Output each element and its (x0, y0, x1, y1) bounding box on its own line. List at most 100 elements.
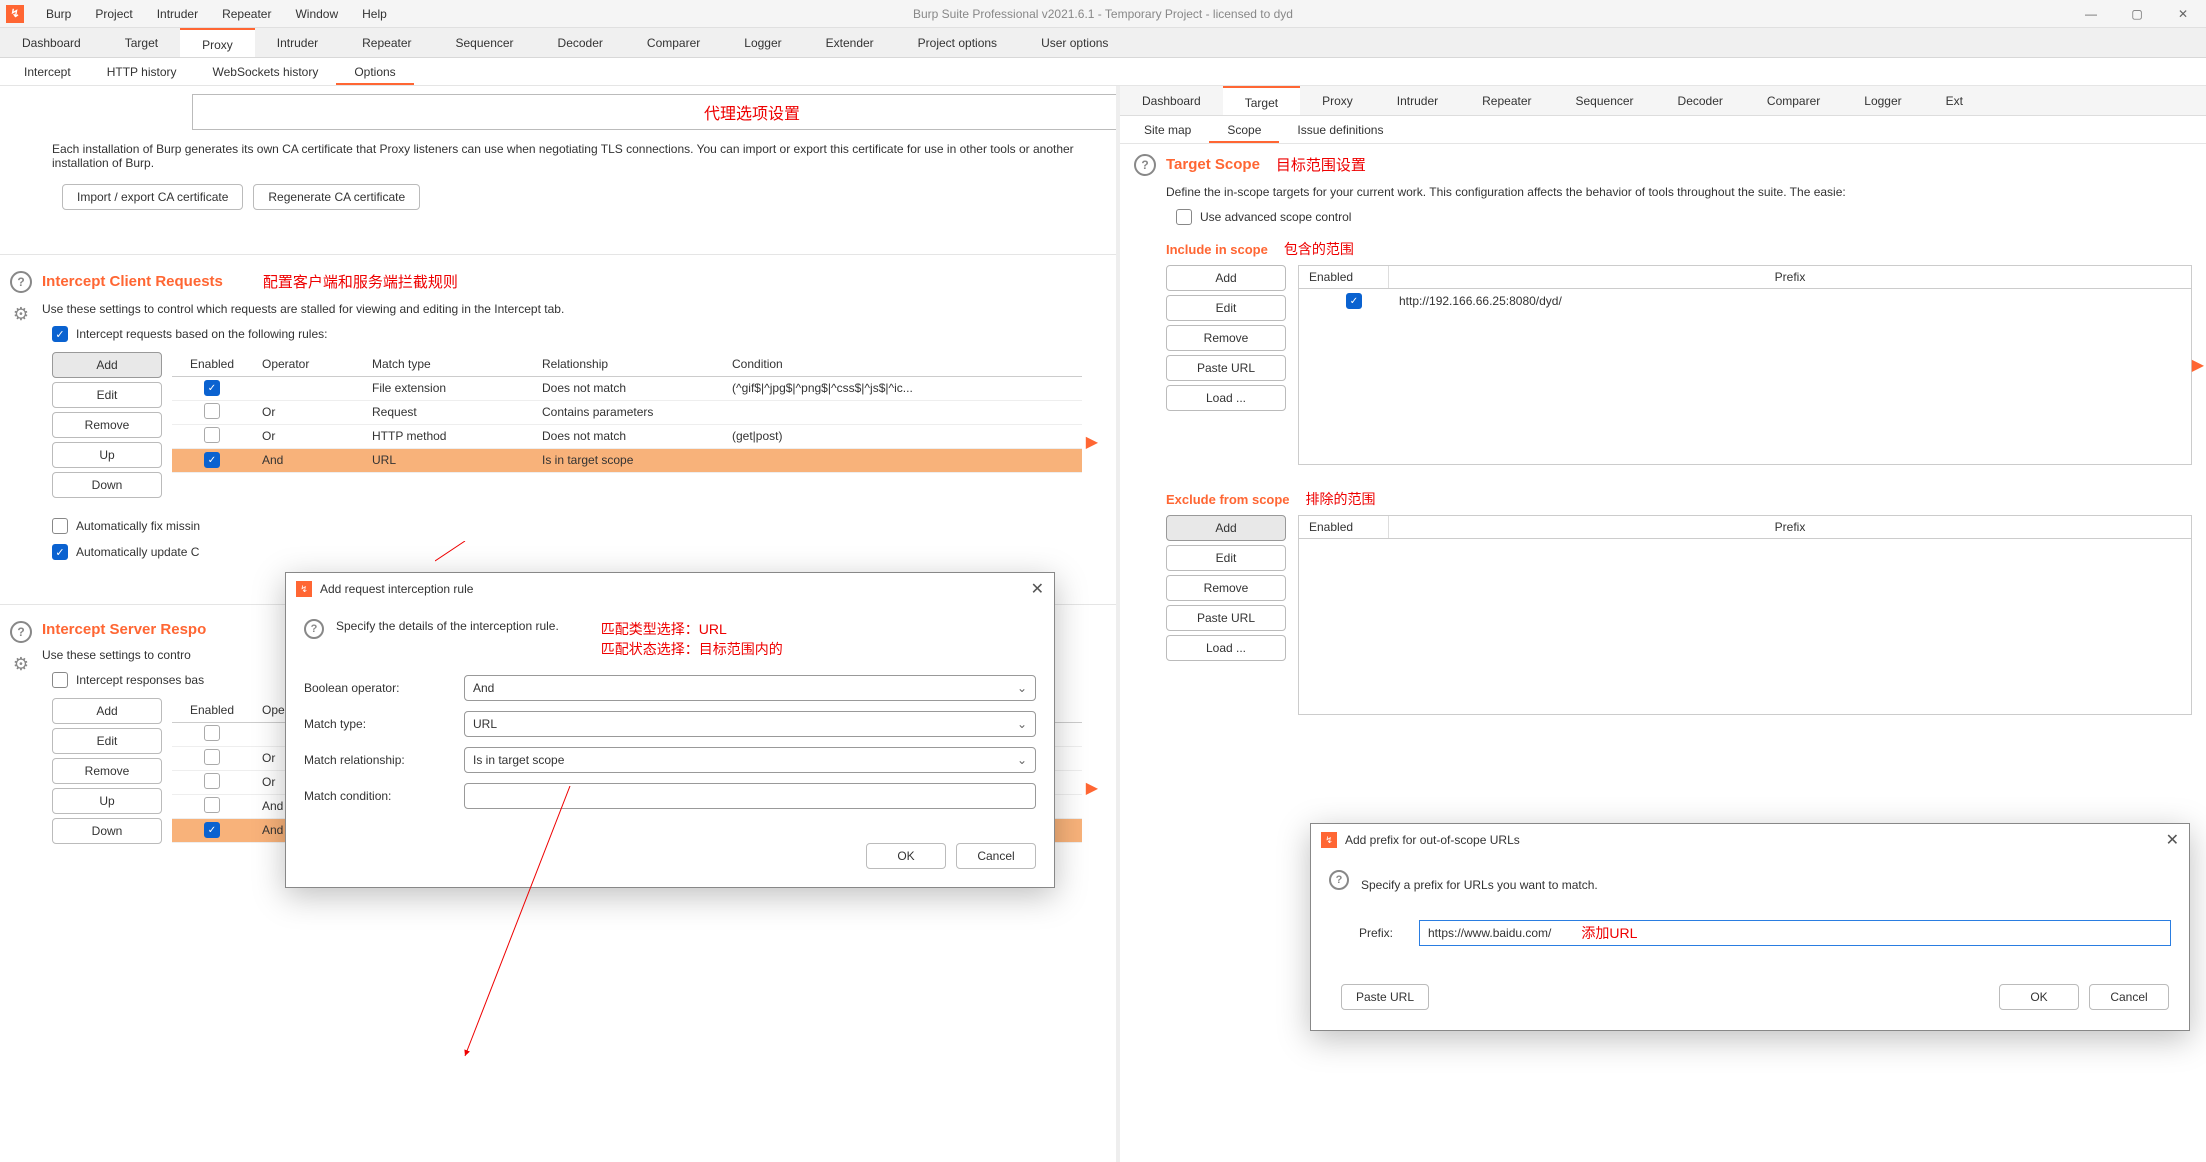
rule-enabled-checkbox[interactable]: ✓ (204, 380, 220, 396)
match-type-select[interactable]: URL⌄ (464, 711, 1036, 737)
cancel-button[interactable]: Cancel (956, 843, 1036, 869)
minimize-button[interactable]: — (2068, 0, 2114, 28)
include-scope-table[interactable]: Enabled Prefix ✓http://192.166.66.25:808… (1298, 265, 2192, 465)
load--button[interactable]: Load ... (1166, 385, 1286, 411)
list-item[interactable]: ✓http://192.166.66.25:8080/dyd/ (1299, 289, 2191, 313)
auto-fix-checkbox[interactable] (52, 518, 68, 534)
col-header[interactable]: Operator (252, 352, 362, 376)
col-header[interactable]: Enabled (172, 352, 252, 376)
menu-help[interactable]: Help (350, 7, 399, 21)
tab-dashboard[interactable]: Dashboard (0, 28, 103, 57)
tab-decoder[interactable]: Decoder (1656, 86, 1745, 115)
remove-button[interactable]: Remove (1166, 575, 1286, 601)
tab-extender[interactable]: Extender (804, 28, 896, 57)
rule-enabled-checkbox[interactable] (204, 773, 220, 789)
close-icon[interactable]: ✕ (1031, 579, 1044, 599)
close-icon[interactable]: ✕ (2166, 830, 2179, 850)
table-row[interactable]: OrRequestContains parameters (172, 400, 1082, 424)
auto-update-checkbox[interactable]: ✓ (52, 544, 68, 560)
tab-dashboard[interactable]: Dashboard (1120, 86, 1223, 115)
tab-logger[interactable]: Logger (1842, 86, 1923, 115)
tab-sequencer[interactable]: Sequencer (1554, 86, 1656, 115)
edit-button[interactable]: Edit (1166, 295, 1286, 321)
tab-ext[interactable]: Ext (1924, 86, 1985, 115)
rule-enabled-checkbox[interactable] (204, 749, 220, 765)
help-icon[interactable]: ? (1329, 870, 1349, 890)
tab-repeater[interactable]: Repeater (340, 28, 433, 57)
up-button[interactable]: Up (52, 788, 162, 814)
col-header[interactable]: Relationship (532, 352, 722, 376)
paste-url-button[interactable]: Paste URL (1166, 605, 1286, 631)
edit-button[interactable]: Edit (1166, 545, 1286, 571)
advanced-scope-checkbox[interactable] (1176, 209, 1192, 225)
rule-enabled-checkbox[interactable]: ✓ (204, 822, 220, 838)
gear-icon[interactable]: ⚙ (10, 653, 32, 675)
ok-button[interactable]: OK (1999, 984, 2079, 1010)
tab-target[interactable]: Target (103, 28, 180, 57)
col-header[interactable]: Condition (722, 352, 1082, 376)
tab-proxy[interactable]: Proxy (1300, 86, 1375, 115)
table-row[interactable]: OrHTTP methodDoes not match(get|post) (172, 424, 1082, 448)
add-button[interactable]: Add (1166, 265, 1286, 291)
exclude-scope-table[interactable]: Enabled Prefix (1298, 515, 2192, 715)
remove-button[interactable]: Remove (1166, 325, 1286, 351)
tab-intercept[interactable]: Intercept (6, 58, 89, 85)
rule-enabled-checkbox[interactable] (204, 725, 220, 741)
match-condition-input[interactable] (464, 783, 1036, 809)
rule-enabled-checkbox[interactable] (204, 403, 220, 419)
table-row[interactable]: ✓AndURLIs in target scope (172, 448, 1082, 472)
help-icon[interactable]: ? (10, 621, 32, 643)
cancel-button[interactable]: Cancel (2089, 984, 2169, 1010)
remove-button[interactable]: Remove (52, 758, 162, 784)
tab-comparer[interactable]: Comparer (625, 28, 722, 57)
intercept-requests-checkbox[interactable]: ✓ (52, 326, 68, 342)
edit-button[interactable]: Edit (52, 728, 162, 754)
tab-logger[interactable]: Logger (722, 28, 803, 57)
tab-comparer[interactable]: Comparer (1745, 86, 1842, 115)
remove-button[interactable]: Remove (52, 412, 162, 438)
tab-issue-definitions[interactable]: Issue definitions (1279, 116, 1401, 143)
tab-intruder[interactable]: Intruder (255, 28, 340, 57)
import-export-ca-button[interactable]: Import / export CA certificate (62, 184, 243, 210)
prefix-input[interactable]: https://www.baidu.com/ 添加URL (1419, 920, 2171, 946)
ok-button[interactable]: OK (866, 843, 946, 869)
gear-icon[interactable]: ⚙ (10, 303, 32, 325)
tab-proxy[interactable]: Proxy (180, 28, 255, 57)
up-button[interactable]: Up (52, 442, 162, 468)
paste-url-button[interactable]: Paste URL (1166, 355, 1286, 381)
col-header[interactable]: Match type (362, 352, 532, 376)
tab-websockets-history[interactable]: WebSockets history (195, 58, 337, 85)
rule-enabled-checkbox[interactable] (204, 427, 220, 443)
tab-intruder[interactable]: Intruder (1375, 86, 1460, 115)
tab-project-options[interactable]: Project options (896, 28, 1019, 57)
tab-site-map[interactable]: Site map (1126, 116, 1209, 143)
load--button[interactable]: Load ... (1166, 635, 1286, 661)
help-icon[interactable]: ? (304, 619, 324, 639)
tab-http-history[interactable]: HTTP history (89, 58, 195, 85)
menu-burp[interactable]: Burp (34, 7, 83, 21)
rule-enabled-checkbox[interactable]: ✓ (204, 452, 220, 468)
enabled-checkbox[interactable]: ✓ (1346, 293, 1362, 309)
down-button[interactable]: Down (52, 818, 162, 844)
edit-button[interactable]: Edit (52, 382, 162, 408)
table-row[interactable]: ✓File extensionDoes not match(^gif$|^jpg… (172, 376, 1082, 400)
col-header[interactable]: Enabled (172, 698, 252, 722)
down-button[interactable]: Down (52, 472, 162, 498)
tab-decoder[interactable]: Decoder (536, 28, 625, 57)
regenerate-ca-button[interactable]: Regenerate CA certificate (253, 184, 420, 210)
maximize-button[interactable]: ▢ (2114, 0, 2160, 28)
tab-target[interactable]: Target (1223, 86, 1300, 115)
add-button[interactable]: Add (1166, 515, 1286, 541)
match-relationship-select[interactable]: Is in target scope⌄ (464, 747, 1036, 773)
tab-user-options[interactable]: User options (1019, 28, 1130, 57)
tab-options[interactable]: Options (336, 58, 413, 85)
client-rules-table[interactable]: EnabledOperatorMatch typeRelationshipCon… (172, 352, 1082, 473)
close-button[interactable]: ✕ (2160, 0, 2206, 28)
menu-repeater[interactable]: Repeater (210, 7, 283, 21)
menu-intruder[interactable]: Intruder (145, 7, 210, 21)
menu-window[interactable]: Window (283, 7, 350, 21)
paste-url-button[interactable]: Paste URL (1341, 984, 1429, 1010)
bool-operator-select[interactable]: And⌄ (464, 675, 1036, 701)
tab-sequencer[interactable]: Sequencer (434, 28, 536, 57)
add-button[interactable]: Add (52, 698, 162, 724)
